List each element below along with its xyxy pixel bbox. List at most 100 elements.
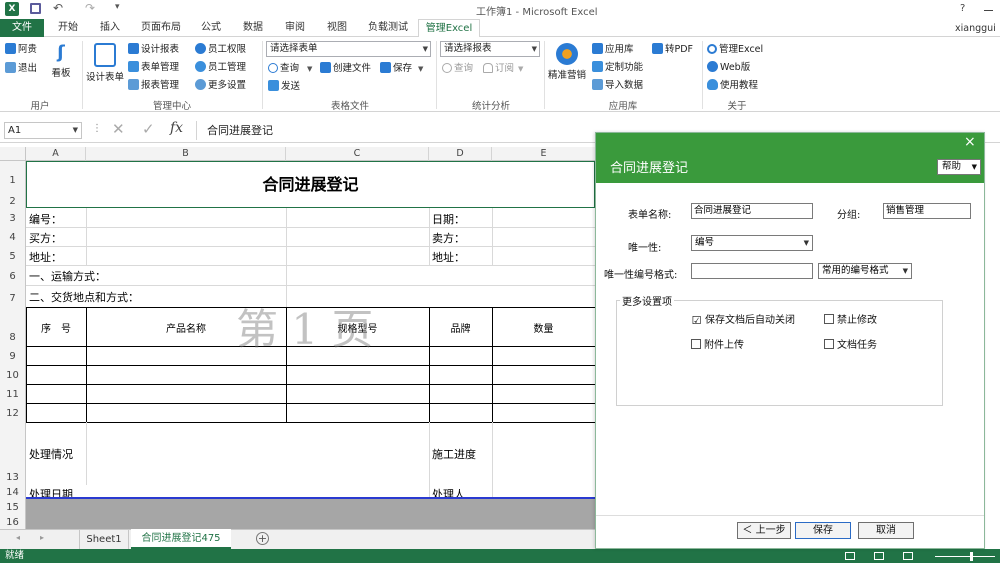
select-all-corner[interactable]	[0, 147, 26, 161]
redo-icon[interactable]: ↷	[85, 1, 95, 15]
to-pdf-button[interactable]: 转PDF	[652, 42, 693, 57]
cell-d5[interactable]: 地址：	[432, 249, 465, 265]
staff-manage-button[interactable]: 员工管理	[195, 60, 246, 75]
cell-a7[interactable]: 二、交货地点和方式：	[29, 289, 139, 305]
column-header-a[interactable]: A	[26, 147, 86, 161]
row-header-8[interactable]: 8	[0, 307, 26, 346]
select-report-combo[interactable]: 请选择报表 ▼	[440, 41, 540, 57]
create-file-button[interactable]: 创建文件	[320, 61, 371, 76]
logout-button[interactable]: 退出	[5, 61, 37, 76]
auto-close-checkbox[interactable]: ☑ 保存文档后自动关闭	[691, 311, 795, 327]
tab-insert[interactable]: 插入	[92, 19, 128, 37]
row-header-5[interactable]: 5	[0, 246, 26, 265]
row-header-10[interactable]: 10	[0, 365, 26, 384]
unique-format-input[interactable]	[691, 263, 813, 279]
cell-d13[interactable]: 施工进度	[432, 446, 476, 462]
tab-home[interactable]: 开始	[50, 19, 86, 37]
send-button[interactable]: 发送	[268, 79, 300, 94]
sheet-title-cell[interactable]: 合同进展登记	[26, 161, 595, 208]
row-header-12[interactable]: 12	[0, 403, 26, 422]
sheet-tab-sheet1[interactable]: Sheet1	[79, 530, 129, 549]
user-button[interactable]: 阿贵	[5, 42, 37, 57]
tab-file[interactable]: 文件	[0, 19, 44, 37]
column-header-e[interactable]: E	[492, 147, 595, 161]
row-header-2[interactable]: 2	[0, 195, 26, 208]
tab-manage-excel[interactable]: 管理Excel	[418, 19, 480, 38]
name-box[interactable]: A1 ▼	[4, 122, 82, 139]
attachment-upload-checkbox[interactable]: 附件上传	[691, 336, 744, 351]
row-header-9[interactable]: 9	[0, 346, 26, 365]
import-data-button[interactable]: 导入数据	[592, 78, 643, 93]
tab-review[interactable]: 审阅	[278, 19, 312, 37]
no-edit-checkbox[interactable]: 禁止修改	[824, 311, 877, 326]
column-header-c[interactable]: C	[286, 147, 429, 161]
page-break-view-icon[interactable]	[903, 552, 913, 560]
add-sheet-icon[interactable]: +	[256, 532, 269, 545]
unique-dropdown[interactable]: 编号 ▼	[691, 235, 813, 251]
column-header-d[interactable]: D	[429, 147, 492, 161]
minimize-icon[interactable]	[984, 10, 993, 11]
custom-function-button[interactable]: 定制功能	[592, 60, 643, 75]
help-dropdown[interactable]: 帮助 ▼	[937, 159, 981, 175]
help-icon[interactable]: ?	[960, 3, 965, 14]
cancel-entry-icon[interactable]: ✕	[112, 120, 125, 138]
cell-a5[interactable]: 地址：	[29, 249, 62, 265]
app-library-button[interactable]: 应用库	[592, 42, 634, 57]
design-report-button[interactable]: 设计报表	[128, 42, 179, 57]
tab-formulas[interactable]: 公式	[194, 19, 228, 37]
prev-step-button[interactable]: ＜ 上一步	[737, 522, 791, 539]
row-header-3[interactable]: 3	[0, 208, 26, 227]
format-preset-dropdown[interactable]: 常用的编号格式 ▼	[818, 263, 912, 279]
more-settings-button[interactable]: 更多设置	[195, 78, 246, 93]
close-icon[interactable]: ×	[964, 134, 976, 150]
row-header-16[interactable]: 16	[0, 514, 26, 529]
sheet-next-icon[interactable]: ▸	[40, 533, 44, 542]
header-serial-no[interactable]: 序 号	[26, 320, 86, 335]
save-file-button[interactable]: 保存 ▼	[380, 61, 423, 76]
user-name[interactable]: xianggui	[955, 23, 996, 34]
confirm-entry-icon[interactable]: ✓	[142, 120, 155, 138]
zoom-slider-thumb[interactable]	[970, 552, 973, 561]
formula-options-icon[interactable]: ⋮	[92, 123, 102, 134]
cell-d4[interactable]: 卖方：	[432, 230, 465, 246]
undo-icon[interactable]: ↶	[53, 1, 63, 15]
tab-page-layout[interactable]: 页面布局	[136, 19, 186, 37]
cell-d3[interactable]: 日期：	[432, 211, 465, 227]
column-header-b[interactable]: B	[86, 147, 286, 161]
header-quantity[interactable]: 数量	[492, 320, 595, 335]
form-manage-button[interactable]: 表单管理	[128, 60, 179, 75]
insert-function-icon[interactable]: fx	[170, 120, 183, 136]
row-header-11[interactable]: 11	[0, 384, 26, 403]
zoom-slider[interactable]	[935, 556, 995, 557]
row-header-15[interactable]: 15	[0, 499, 26, 514]
row-header-7[interactable]: 7	[0, 285, 26, 307]
kanban-button[interactable]: ʃ 看板	[47, 43, 75, 80]
form-name-input[interactable]: 合同进展登记	[691, 203, 813, 219]
web-version-button[interactable]: Web版	[707, 60, 750, 75]
manage-excel-button[interactable]: 管理Excel	[707, 42, 763, 57]
cell-a4[interactable]: 买方：	[29, 230, 62, 246]
cell-a3[interactable]: 编号：	[29, 211, 62, 227]
page-layout-view-icon[interactable]	[874, 552, 884, 560]
normal-view-icon[interactable]	[845, 552, 855, 560]
row-header-1[interactable]: 1	[0, 161, 26, 195]
row-header-13[interactable]: 13	[0, 422, 26, 485]
cancel-button[interactable]: 取消	[858, 522, 914, 539]
tab-data[interactable]: 数据	[236, 19, 270, 37]
sheet-prev-icon[interactable]: ◂	[16, 533, 20, 542]
tutorial-button[interactable]: 使用教程	[707, 78, 758, 93]
design-form-button[interactable]: 设计表单	[86, 43, 124, 83]
doc-task-checkbox[interactable]: 文档任务	[824, 336, 877, 351]
row-header-14[interactable]: 14	[0, 485, 26, 499]
cell-a13[interactable]: 处理情况	[29, 446, 73, 462]
select-form-combo[interactable]: 请选择表单 ▼	[266, 41, 431, 57]
save-button[interactable]: 保存	[795, 522, 851, 539]
report-query-button[interactable]: 查询	[442, 61, 473, 76]
report-manage-button[interactable]: 报表管理	[128, 78, 179, 93]
sheet-tab-contract[interactable]: 合同进展登记475	[131, 529, 231, 549]
tab-view[interactable]: 视图	[320, 19, 354, 37]
header-brand[interactable]: 品牌	[429, 320, 492, 335]
group-input[interactable]: 销售管理	[883, 203, 971, 219]
tab-load-test[interactable]: 负载测试	[362, 19, 414, 37]
staff-permission-button[interactable]: 员工权限	[195, 42, 246, 57]
